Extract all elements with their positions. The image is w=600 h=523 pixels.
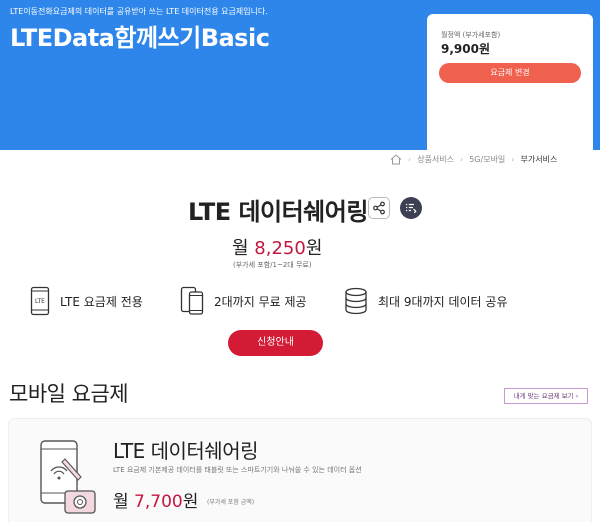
fee-suffix: 원 <box>305 238 323 259</box>
feature-item: 2대까지 무료 제공 <box>180 284 307 318</box>
plan-price-card: 월정액 (부가세포함) 9,900원 요금제 변경 <box>427 14 593 150</box>
find-my-plan-button[interactable]: 내게 맞는 요금제 보기 › <box>504 388 588 404</box>
breadcrumb-item-products[interactable]: 상품서비스 <box>417 154 454 165</box>
lte-phone-icon: LTE <box>30 286 50 316</box>
feature-item: 최대 9대까지 데이터 공유 <box>344 284 507 318</box>
database-icon <box>345 287 367 315</box>
feature-item: LTE LTE 요금제 전용 <box>30 284 143 318</box>
breadcrumb-item-mobile[interactable]: 5G/모바일 <box>469 154 505 165</box>
current-plan-banner: LTE이동전화요금제의 데이터를 공유받아 쓰는 LTE 데이터전용 요금제입니… <box>0 0 600 150</box>
feature-list: LTE LTE 요금제 전용 2대까지 무료 제공 최대 9대까지 데이터 공유 <box>30 284 590 318</box>
share-button[interactable] <box>368 197 390 219</box>
breadcrumb-separator: › <box>511 154 515 164</box>
feature-text: LTE 요금제 전용 <box>60 294 143 309</box>
svg-text:LTE: LTE <box>35 298 45 305</box>
price-value: 9,900원 <box>441 42 490 56</box>
plan-description: LTE이동전화요금제의 데이터를 공유받아 쓰는 LTE 데이터전용 요금제입니… <box>10 7 268 16</box>
plan-card[interactable]: LTE 데이터쉐어링 LTE 요금제 기본제공 데이터를 태블릿 또는 스마트기… <box>8 418 592 522</box>
fee-amount: 8,250 <box>254 238 306 259</box>
fee-suffix: 원 <box>182 492 199 512</box>
feature-text: 최대 9대까지 데이터 공유 <box>378 294 508 309</box>
home-icon[interactable] <box>390 153 402 165</box>
plan-name: LTE 데이터쉐어링 <box>113 439 259 463</box>
plan-list-button[interactable] <box>400 197 422 219</box>
fee-prefix: 월 <box>113 492 129 512</box>
two-devices-icon <box>180 286 204 315</box>
page-title: LTE 데이터쉐어링 <box>188 198 368 226</box>
fee-prefix: 월 <box>232 238 249 259</box>
current-plan-name: LTEData함께쓰기Basic <box>10 24 270 52</box>
share-icon <box>373 201 385 215</box>
plan-description: LTE 요금제 기본제공 데이터를 태블릿 또는 스마트기기와 나눠쓸 수 있는… <box>113 466 362 474</box>
plan-monthly-fee: 월 7,700원 <box>113 487 198 512</box>
apply-info-button[interactable]: 신청안내 <box>228 330 323 356</box>
change-plan-button[interactable]: 요금제 변경 <box>439 63 581 83</box>
fee-amount: 7,700 <box>134 492 183 512</box>
phone-camera-icon <box>40 440 96 514</box>
breadcrumb-item-addon[interactable]: 부가서비스 <box>521 154 558 165</box>
breadcrumb-separator: › <box>408 154 412 164</box>
feature-text: 2대까지 무료 제공 <box>214 294 307 309</box>
monthly-fee: 월 8,250원 <box>232 234 322 260</box>
list-icon <box>406 203 417 214</box>
product-title-row: LTE 데이터쉐어링 <box>0 190 600 226</box>
fee-note: (부가세 포함/1~2대 무료) <box>233 261 312 269</box>
breadcrumb-separator: › <box>460 154 464 164</box>
plan-fee-note: (부가세 포함 금액) <box>207 499 255 506</box>
price-label: 월정액 (부가세포함) <box>441 31 501 39</box>
section-title: 모바일 요금제 <box>9 382 129 406</box>
breadcrumb: › 상품서비스 › 5G/모바일 › 부가서비스 <box>390 152 557 166</box>
